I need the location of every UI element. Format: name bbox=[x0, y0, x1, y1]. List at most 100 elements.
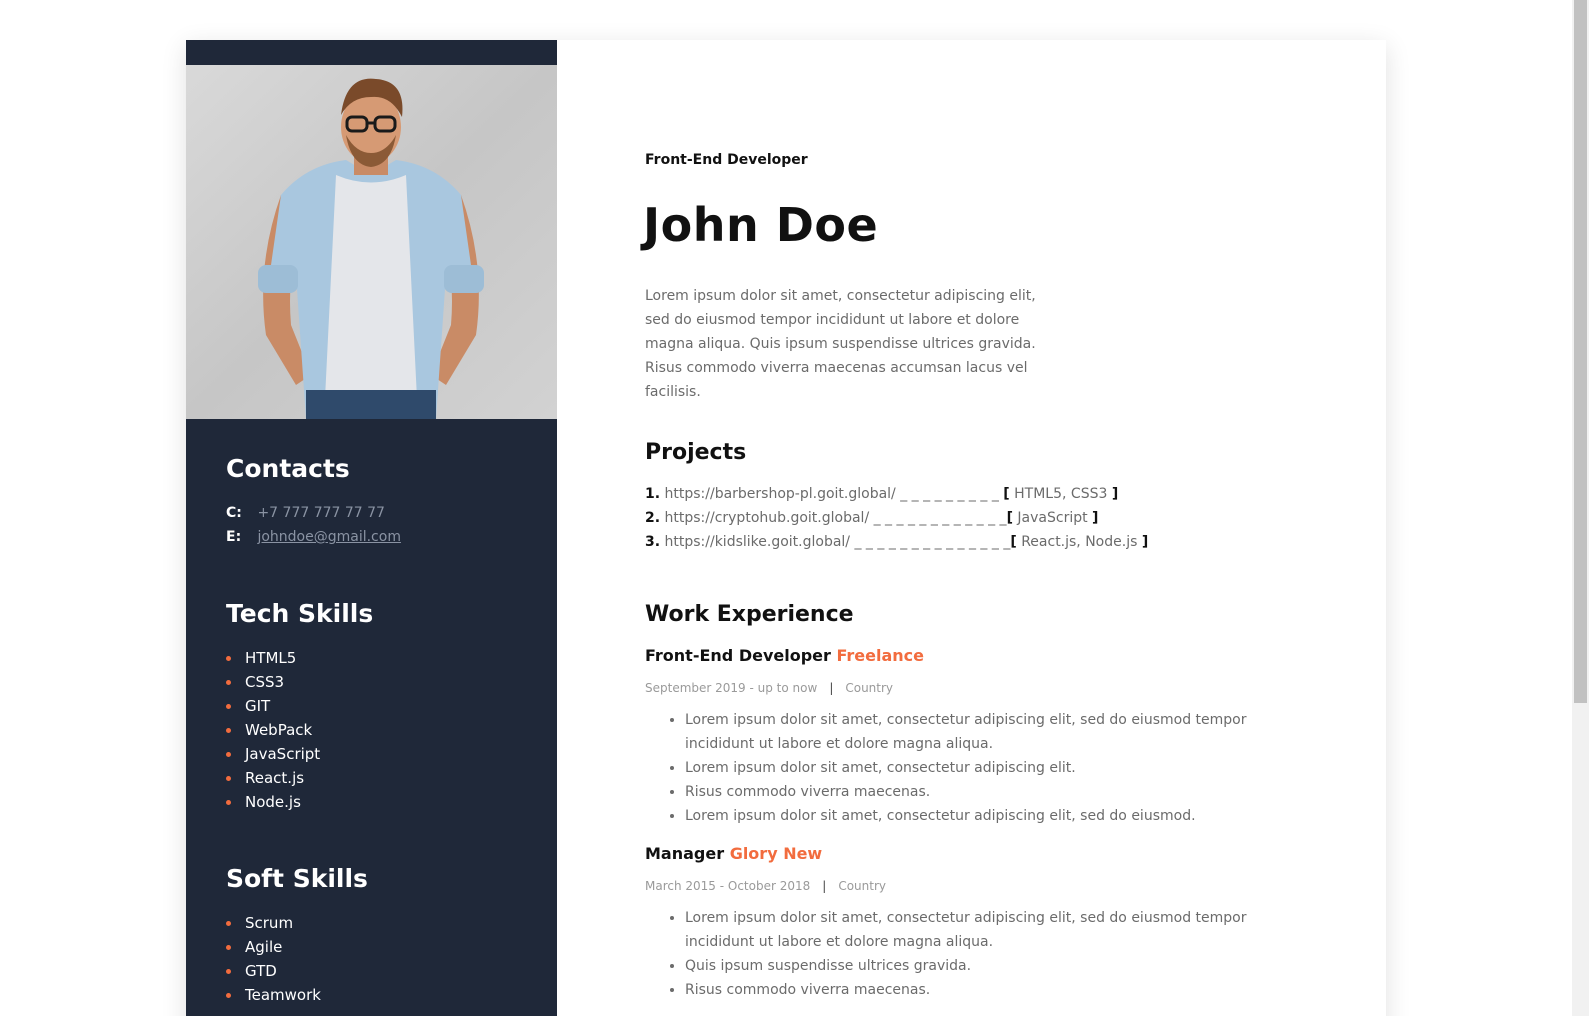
bracket-close: ] bbox=[1111, 486, 1119, 502]
bracket-close: ] bbox=[1092, 510, 1099, 526]
project-tech: React.js, Node.js bbox=[1016, 534, 1142, 550]
skill-label: CSS3 bbox=[245, 673, 285, 691]
project-link[interactable]: https://kidslike.goit.global/ bbox=[665, 534, 851, 550]
list-item: Quis ipsum suspendisse ultrices gravida. bbox=[685, 954, 1305, 978]
bullet-icon bbox=[226, 656, 231, 661]
skill-label: HTML5 bbox=[245, 649, 297, 667]
main-content: Front-End Developer John Doe Lorem ipsum… bbox=[557, 40, 1386, 1016]
project-dash: _ _ _ _ _ _ _ _ _ bbox=[895, 486, 1004, 502]
list-item: JavaScript bbox=[226, 742, 527, 766]
contact-email-key: E: bbox=[226, 529, 242, 545]
tech-skills-heading: Tech Skills bbox=[226, 599, 374, 628]
projects-heading: Projects bbox=[645, 440, 747, 465]
skill-label: React.js bbox=[245, 769, 305, 787]
resume-card: Contacts C: +7 777 777 77 77 E: johndoe@… bbox=[186, 40, 1386, 1016]
list-item: Lorem ipsum dolor sit amet, consectetur … bbox=[685, 906, 1305, 954]
project-number: 1. bbox=[645, 486, 661, 502]
vertical-scrollbar[interactable] bbox=[1572, 0, 1589, 1016]
project-tech: JavaScript bbox=[1012, 510, 1093, 526]
bullet-icon bbox=[226, 776, 231, 781]
list-item: GTD bbox=[226, 959, 527, 983]
sidebar-content: Contacts C: +7 777 777 77 77 E: johndoe@… bbox=[226, 454, 527, 1007]
bullet-icon bbox=[226, 704, 231, 709]
job-title: Manager Glory New bbox=[645, 844, 822, 863]
skill-label: GTD bbox=[245, 962, 277, 980]
soft-skills-list: Scrum Agile GTD Teamwork bbox=[226, 911, 527, 1007]
projects-list: 1. https://barbershop-pl.goit.global/ _ … bbox=[645, 482, 1148, 554]
project-item: 2. https://cryptohub.goit.global/ _ _ _ … bbox=[645, 506, 1148, 530]
list-item: CSS3 bbox=[226, 670, 527, 694]
bullet-icon bbox=[226, 993, 231, 998]
tech-skills-list: HTML5 CSS3 GIT WebPack JavaScript React.… bbox=[226, 646, 527, 814]
person-name: John Doe bbox=[643, 198, 879, 252]
list-item: WebPack bbox=[226, 718, 527, 742]
job-position: Manager bbox=[645, 844, 725, 863]
contact-phone-value[interactable]: +7 777 777 77 77 bbox=[257, 505, 385, 521]
contact-email: E: johndoe@gmail.com bbox=[226, 525, 527, 549]
skill-label: JavaScript bbox=[245, 745, 321, 763]
job-period: September 2019 - up to now bbox=[645, 681, 818, 695]
list-item: Risus commodo viverra maecenas. bbox=[685, 780, 1305, 804]
project-item: 3. https://kidslike.goit.global/ _ _ _ _… bbox=[645, 530, 1148, 554]
list-item: Node.js bbox=[226, 790, 527, 814]
skill-label: Scrum bbox=[245, 914, 294, 932]
project-dash: _ _ _ _ _ _ _ _ _ _ _ _ _ _ bbox=[850, 534, 1011, 550]
skill-label: WebPack bbox=[245, 721, 313, 739]
project-tech: HTML5, CSS3 bbox=[1009, 486, 1112, 502]
bullet-icon bbox=[226, 969, 231, 974]
job-separator: | bbox=[829, 681, 834, 695]
skill-label: Teamwork bbox=[245, 986, 321, 1004]
job-company: Glory New bbox=[729, 844, 823, 863]
contact-email-link[interactable]: johndoe@gmail.com bbox=[257, 529, 401, 545]
job-separator: | bbox=[822, 879, 827, 893]
list-item: Teamwork bbox=[226, 983, 527, 1007]
job-duties-list: Lorem ipsum dolor sit amet, consectetur … bbox=[645, 708, 1305, 828]
project-link[interactable]: https://cryptohub.goit.global/ bbox=[665, 510, 870, 526]
contact-phone: C: +7 777 777 77 77 bbox=[226, 501, 527, 525]
bullet-icon bbox=[226, 800, 231, 805]
list-item: HTML5 bbox=[226, 646, 527, 670]
skill-label: Agile bbox=[245, 938, 283, 956]
bullet-icon bbox=[226, 921, 231, 926]
job-title: Front-End Developer Freelance bbox=[645, 646, 924, 665]
list-item: Lorem ipsum dolor sit amet, consectetur … bbox=[685, 708, 1305, 756]
about-text: Lorem ipsum dolor sit amet, consectetur … bbox=[645, 288, 1036, 400]
bullet-icon bbox=[226, 945, 231, 950]
profile-photo-illustration bbox=[186, 65, 557, 419]
list-item: Scrum bbox=[226, 911, 527, 935]
skill-label: GIT bbox=[245, 697, 271, 715]
contact-phone-key: C: bbox=[226, 505, 242, 521]
project-item: 1. https://barbershop-pl.goit.global/ _ … bbox=[645, 482, 1148, 506]
job-duties-list: Lorem ipsum dolor sit amet, consectetur … bbox=[645, 906, 1305, 1002]
job-meta: September 2019 - up to now | Country bbox=[645, 681, 893, 695]
work-experience-heading: Work Experience bbox=[645, 602, 854, 627]
profile-photo bbox=[186, 65, 557, 419]
soft-skills-heading: Soft Skills bbox=[226, 864, 368, 893]
scrollbar-thumb[interactable] bbox=[1574, 0, 1587, 703]
job-location: Country bbox=[838, 879, 886, 893]
contacts-heading: Contacts bbox=[226, 454, 350, 483]
role-title: Front-End Developer bbox=[645, 152, 808, 168]
bullet-icon bbox=[226, 680, 231, 685]
bullet-icon bbox=[226, 728, 231, 733]
project-link[interactable]: https://barbershop-pl.goit.global/ bbox=[665, 486, 896, 502]
job-location: Country bbox=[845, 681, 894, 695]
bracket-close: ] bbox=[1141, 534, 1149, 550]
browser-viewport: Contacts C: +7 777 777 77 77 E: johndoe@… bbox=[0, 0, 1589, 1016]
project-number: 2. bbox=[645, 510, 661, 526]
skill-label: Node.js bbox=[245, 793, 301, 811]
bullet-icon bbox=[226, 752, 231, 757]
project-dash: _ _ _ _ _ _ _ _ _ _ _ _ bbox=[869, 510, 1007, 526]
list-item: Agile bbox=[226, 935, 527, 959]
job-period: March 2015 - October 2018 bbox=[645, 879, 811, 893]
list-item: Lorem ipsum dolor sit amet, consectetur … bbox=[685, 804, 1305, 828]
job-meta: March 2015 - October 2018 | Country bbox=[645, 879, 886, 893]
list-item: Risus commodo viverra maecenas. bbox=[685, 978, 1305, 1002]
job-position: Front-End Developer bbox=[645, 646, 831, 665]
list-item: React.js bbox=[226, 766, 527, 790]
project-number: 3. bbox=[645, 534, 661, 550]
list-item: GIT bbox=[226, 694, 527, 718]
job-company: Freelance bbox=[836, 646, 924, 665]
